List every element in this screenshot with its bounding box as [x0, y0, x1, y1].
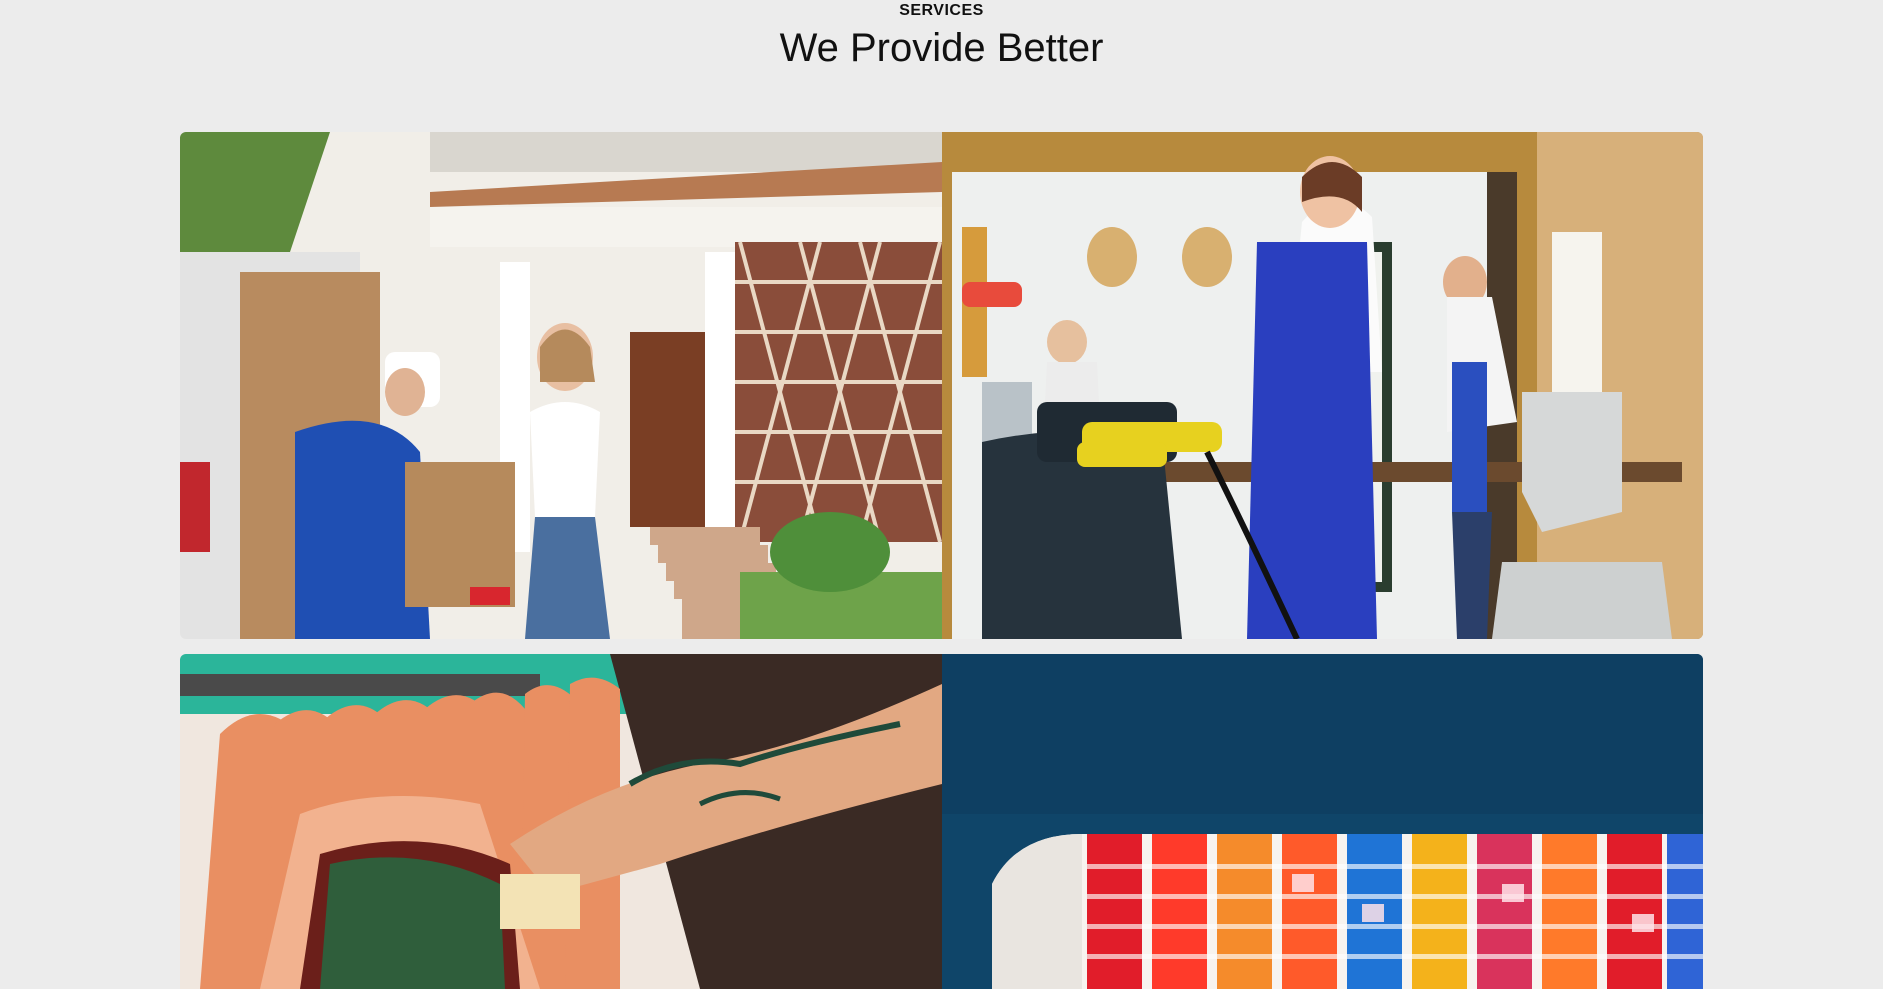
- service-card-cleaning[interactable]: [942, 132, 1703, 639]
- container-ship-photo: [942, 654, 1703, 989]
- delivery-photo: [180, 132, 942, 639]
- service-card-shipping[interactable]: [942, 654, 1703, 989]
- section-heading: We Provide Better: [779, 26, 1104, 70]
- services-eyebrow: SERVICES: [899, 2, 984, 19]
- office-cleaning-photo: [942, 132, 1703, 639]
- clothing-rack-photo: [180, 654, 942, 989]
- service-card-delivery[interactable]: [180, 132, 942, 639]
- service-card-retail[interactable]: [180, 654, 942, 989]
- services-grid: [180, 132, 1703, 989]
